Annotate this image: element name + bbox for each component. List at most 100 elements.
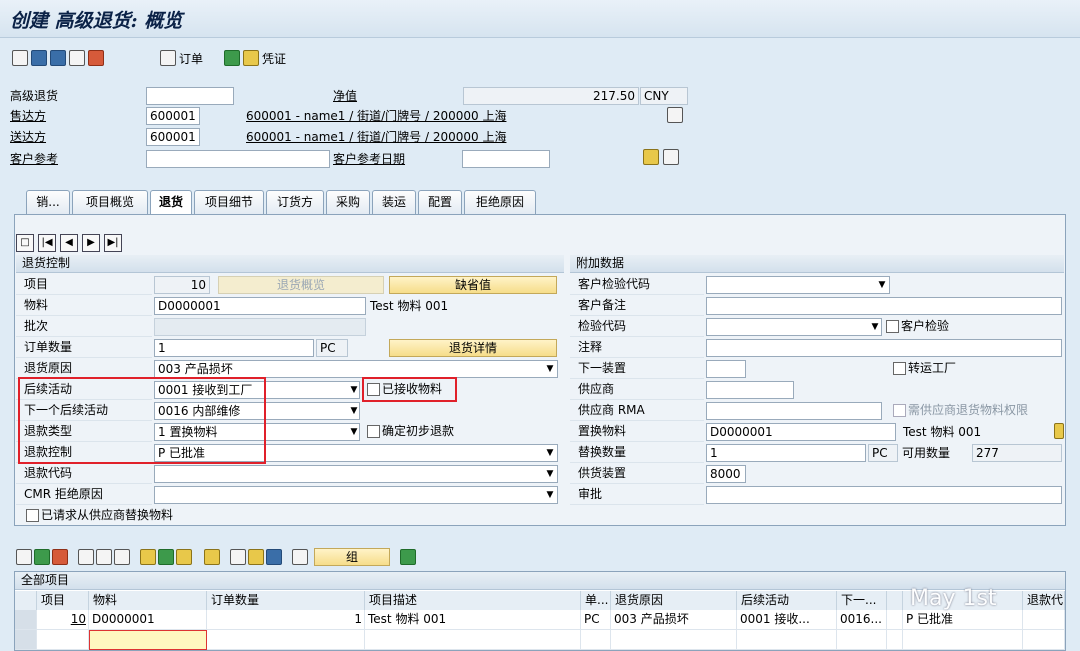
- chart-icon[interactable]: [176, 549, 192, 565]
- pricing-icon[interactable]: [230, 549, 246, 565]
- document-icon[interactable]: [667, 107, 683, 123]
- inspection-code-select[interactable]: [706, 276, 890, 294]
- refund-type-select[interactable]: 1 置换物料: [154, 423, 360, 441]
- cmr-select[interactable]: [154, 486, 558, 504]
- next-followup-select[interactable]: 0016 内部维修: [154, 402, 360, 420]
- last-item-icon[interactable]: ▶|: [104, 234, 122, 252]
- followup-select[interactable]: 0001 接收到工厂: [154, 381, 360, 399]
- schedule-icon[interactable]: [158, 549, 174, 565]
- check-code-select[interactable]: [706, 318, 882, 336]
- return-detail-button[interactable]: 退货详情: [389, 339, 557, 357]
- next-item-icon[interactable]: ▶: [82, 234, 100, 252]
- ship-to-desc[interactable]: 600001 - name1 / 街道/门牌号 / 200000 上海: [246, 129, 506, 146]
- order-qty-field[interactable]: 1: [154, 339, 314, 357]
- col-flag[interactable]: [887, 591, 903, 610]
- cell-refund-control[interactable]: P 已批准: [903, 610, 1023, 630]
- replacement-qty-field[interactable]: 1: [706, 444, 866, 462]
- cell-reason[interactable]: [611, 630, 737, 650]
- address-icon[interactable]: [643, 149, 659, 165]
- partner-icon[interactable]: [663, 149, 679, 165]
- select-block-icon[interactable]: [96, 549, 112, 565]
- first-item-icon[interactable]: |◀: [38, 234, 56, 252]
- chevron-down-icon[interactable]: ▼: [870, 318, 880, 336]
- copy-icon[interactable]: [69, 50, 85, 66]
- cust-ref-field[interactable]: [146, 150, 330, 168]
- configuration-icon[interactable]: [204, 549, 220, 565]
- lookup-icon[interactable]: [1054, 423, 1064, 439]
- col-followup[interactable]: 后续活动: [737, 591, 837, 610]
- supplier-field[interactable]: [706, 381, 794, 399]
- return-overview-button[interactable]: 退货概览: [218, 276, 384, 294]
- row-selector[interactable]: [15, 630, 37, 650]
- transfer-plant-checkbox[interactable]: [893, 362, 906, 375]
- tab-rejection-reason[interactable]: 拒绝原因: [464, 190, 536, 214]
- refund-control-select[interactable]: P 已批准: [154, 444, 558, 462]
- deselect-icon[interactable]: [114, 549, 130, 565]
- tab-sales[interactable]: 销...: [26, 190, 70, 214]
- cell-reason[interactable]: 003 产品损坏: [611, 610, 737, 630]
- cell-followup[interactable]: [737, 630, 837, 650]
- conditions-icon[interactable]: [248, 549, 264, 565]
- order-button[interactable]: 订单: [160, 49, 203, 67]
- cell-followup[interactable]: 0001 接收...: [737, 610, 837, 630]
- cell-desc[interactable]: [365, 630, 581, 650]
- confirm-refund-checkbox[interactable]: [367, 425, 380, 438]
- col-unit[interactable]: 单...: [581, 591, 611, 610]
- note-field[interactable]: [706, 339, 1062, 357]
- supply-device-field[interactable]: 8000: [706, 465, 746, 483]
- sort-icon[interactable]: [292, 549, 308, 565]
- group-button[interactable]: 组: [314, 548, 390, 566]
- replacement-material-field[interactable]: D0000001: [706, 423, 896, 441]
- new-item-icon[interactable]: □: [16, 234, 34, 252]
- chevron-down-icon[interactable]: ▼: [545, 444, 555, 462]
- chevron-down-icon[interactable]: ▼: [349, 381, 359, 399]
- tab-ordering-party[interactable]: 订货方: [266, 190, 324, 214]
- material-field[interactable]: D0000001: [154, 297, 366, 315]
- tab-purchasing[interactable]: 采购: [326, 190, 370, 214]
- chevron-down-icon[interactable]: ▼: [545, 465, 555, 483]
- header-icon[interactable]: [31, 50, 47, 66]
- sold-to-field[interactable]: 600001: [146, 107, 200, 125]
- filter-icon[interactable]: [400, 549, 416, 565]
- cell-unit[interactable]: [581, 630, 611, 650]
- add-row-icon[interactable]: [34, 549, 50, 565]
- col-material[interactable]: 物料: [89, 591, 207, 610]
- supplier-rma-field[interactable]: [706, 402, 882, 420]
- chevron-down-icon[interactable]: ▼: [545, 360, 555, 378]
- delete-icon[interactable]: [88, 50, 104, 66]
- chevron-down-icon[interactable]: ▼: [877, 276, 887, 294]
- cell-qty[interactable]: 1: [207, 610, 365, 630]
- cell-unit[interactable]: PC: [581, 610, 611, 630]
- cell-flag[interactable]: [887, 630, 903, 650]
- tab-shipping[interactable]: 装运: [372, 190, 416, 214]
- chevron-down-icon[interactable]: ▼: [349, 423, 359, 441]
- received-material-checkbox[interactable]: [367, 383, 380, 396]
- glasses-icon[interactable]: [12, 50, 28, 66]
- col-return-reason[interactable]: 退货原因: [611, 591, 737, 610]
- col-next-followup[interactable]: 下一...: [837, 591, 887, 610]
- cell-item[interactable]: [37, 630, 89, 650]
- edit-icon[interactable]: [266, 549, 282, 565]
- return-reason-select[interactable]: 003 产品损坏: [154, 360, 558, 378]
- cell-refund-code[interactable]: [1023, 610, 1065, 630]
- approval-field[interactable]: [706, 486, 1062, 504]
- ship-to-field[interactable]: 600001: [146, 128, 200, 146]
- voucher-button[interactable]: 凭证: [224, 49, 286, 67]
- col-refund-code[interactable]: 退款代: [1023, 591, 1065, 610]
- sold-to-desc[interactable]: 600001 - name1 / 街道/门牌号 / 200000 上海: [246, 108, 506, 125]
- default-values-button[interactable]: 缺省值: [389, 276, 557, 294]
- select-all-icon[interactable]: [78, 549, 94, 565]
- customer-check-checkbox[interactable]: [886, 320, 899, 333]
- cell-refund-control[interactable]: [903, 630, 1023, 650]
- row-selector-header[interactable]: [15, 591, 37, 610]
- col-item[interactable]: 项目: [37, 591, 89, 610]
- customer-note-field[interactable]: [706, 297, 1062, 315]
- refund-code-select[interactable]: [154, 465, 558, 483]
- cell-qty[interactable]: [207, 630, 365, 650]
- chevron-down-icon[interactable]: ▼: [545, 486, 555, 504]
- adv-return-field[interactable]: [146, 87, 234, 105]
- chevron-down-icon[interactable]: ▼: [349, 402, 359, 420]
- person-icon[interactable]: [50, 50, 66, 66]
- cell-desc[interactable]: Test 物料 001: [365, 610, 581, 630]
- requested-replacement-checkbox[interactable]: [26, 509, 39, 522]
